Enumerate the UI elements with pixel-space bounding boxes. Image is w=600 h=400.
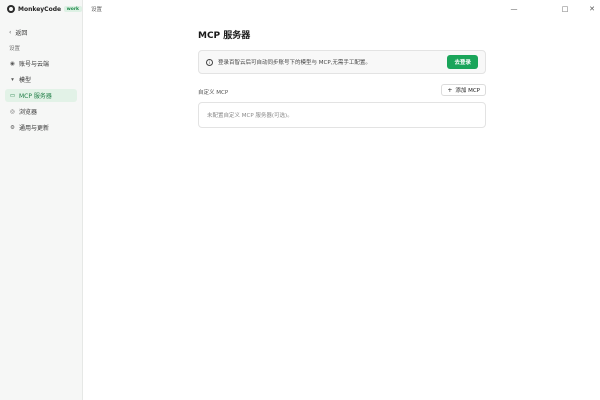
sidebar-item-label: 模型 xyxy=(19,77,32,84)
sidebar-item-general-updates[interactable]: ⚙ 通用与更新 xyxy=(5,121,77,134)
workspace-badge: work xyxy=(64,6,82,12)
gear-icon: ⚙ xyxy=(10,124,15,131)
sidebar-item-label: 账号与云端 xyxy=(19,61,50,68)
settings-nav: ◉ 账号与云端 ▾ 模型 ▭ MCP 服务器 ◎ 浏览器 ⚙ 通用与更新 xyxy=(5,57,77,137)
sidebar-item-browser[interactable]: ◎ 浏览器 xyxy=(5,105,77,118)
sidebar-item-label: MCP 服务器 xyxy=(19,93,52,100)
login-button[interactable]: 去登录 xyxy=(447,55,478,69)
info-icon: i xyxy=(206,58,213,66)
app-name: MonkeyCode xyxy=(18,5,62,13)
maximize-icon: □ xyxy=(561,5,569,13)
minimize-icon: — xyxy=(510,5,518,13)
custom-mcp-label: 自定义 MCP xyxy=(198,90,229,96)
minimize-button[interactable]: — xyxy=(508,3,520,15)
breadcrumb: 设置 xyxy=(91,7,103,13)
back-label: 返回 xyxy=(15,30,28,37)
sidebar-item-models[interactable]: ▾ 模型 xyxy=(5,73,77,86)
maximize-button[interactable]: □ xyxy=(559,3,571,15)
banner-text: 登录百智云后可自动同步账号下的模型与 MCP,无需手工配置。 xyxy=(218,60,371,66)
user-circle-icon: ◉ xyxy=(10,60,15,67)
close-button[interactable]: ✕ xyxy=(586,3,598,15)
add-mcp-button[interactable]: + 添加 MCP xyxy=(441,84,486,96)
chevron-down-icon: ▾ xyxy=(11,76,14,83)
chevron-left-icon: ‹ xyxy=(9,29,12,36)
brand: MonkeyCode work xyxy=(7,4,82,14)
close-icon: ✕ xyxy=(589,5,595,13)
sidebar: MonkeyCode work ‹ 返回 设置 ◉ 账号与云端 ▾ 模型 ▭ M… xyxy=(0,0,83,400)
plus-icon: + xyxy=(447,86,453,94)
monkeycode-logo-icon xyxy=(7,5,15,13)
login-banner: i 登录百智云后可自动同步账号下的模型与 MCP,无需手工配置。 去登录 xyxy=(198,50,486,74)
globe-icon: ◎ xyxy=(10,108,15,115)
title-bar: 设置 — □ ✕ xyxy=(83,0,600,18)
add-mcp-label: 添加 MCP xyxy=(455,88,480,94)
back-button[interactable]: ‹ 返回 xyxy=(9,28,27,37)
settings-section-label: 设置 xyxy=(9,46,21,52)
page-title: MCP 服务器 xyxy=(198,31,251,41)
sidebar-item-label: 通用与更新 xyxy=(19,125,50,132)
sidebar-item-label: 浏览器 xyxy=(19,109,38,116)
empty-state-text: 未配置自定义 MCP 服务器(可选)。 xyxy=(207,113,293,119)
sidebar-item-account-cloud[interactable]: ◉ 账号与云端 xyxy=(5,57,77,70)
custom-mcp-empty-state: 未配置自定义 MCP 服务器(可选)。 xyxy=(198,102,486,128)
sidebar-item-mcp-servers[interactable]: ▭ MCP 服务器 xyxy=(5,89,77,102)
monitor-icon: ▭ xyxy=(9,92,16,99)
